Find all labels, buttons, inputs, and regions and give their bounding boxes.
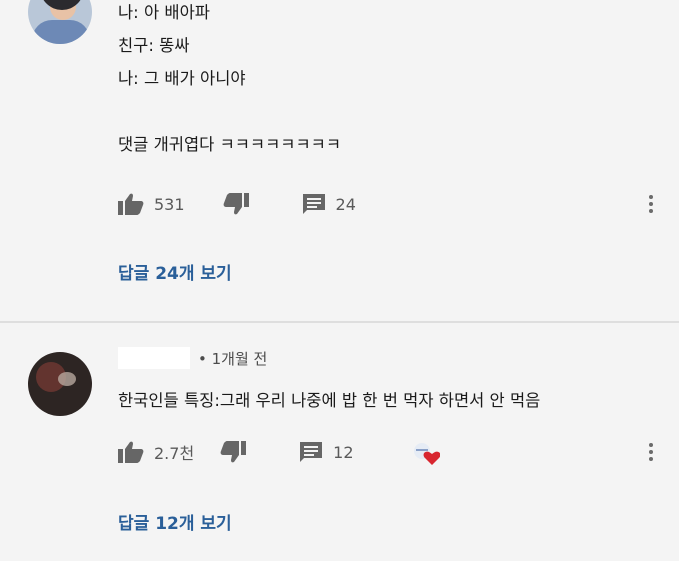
comment-icon: [302, 194, 325, 214]
more-options-icon[interactable]: [648, 443, 654, 461]
like-button[interactable]: 531: [118, 193, 185, 215]
comment-icon: [300, 442, 323, 462]
like-count: 2.7천: [154, 444, 195, 463]
comment-1: 나: 아 배아파친구: 똥싸나: 그 배가 아니야 댓글 개귀엽다 ㅋㅋㅋㅋㅋㅋ…: [0, 0, 679, 322]
comment-meta: • 1개월 전: [118, 346, 267, 370]
thumbs-up-icon: [118, 441, 144, 463]
more-options-icon[interactable]: [648, 195, 654, 213]
comment-line: 댓글 개귀엽다 ㅋㅋㅋㅋㅋㅋㅋㅋ: [118, 135, 342, 154]
comment-text: 한국인들 특징:그래 우리 나중에 밥 한 번 먹자 하면서 안 먹음: [118, 391, 541, 410]
reply-count: 12: [333, 442, 354, 462]
redacted-username: [118, 347, 190, 369]
commenter-avatar[interactable]: [28, 0, 92, 44]
comment-time: • 1개월 전: [198, 349, 268, 368]
comment-line: 나: 그 배가 아니야: [118, 69, 246, 88]
comment-actions: 531 24: [118, 190, 356, 218]
view-replies-link[interactable]: 답글 12개 보기: [118, 509, 232, 534]
reply-button[interactable]: 12: [299, 441, 354, 463]
thumbs-down-icon: [220, 441, 247, 463]
thumbs-down-icon: [223, 193, 249, 215]
comment-text: 나: 아 배아파친구: 똥싸나: 그 배가 아니야 댓글 개귀엽다 ㅋㅋㅋㅋㅋㅋ…: [118, 0, 341, 161]
dislike-button[interactable]: [220, 441, 247, 463]
divider: [0, 321, 679, 323]
comment-line: 친구: 똥싸: [118, 36, 190, 55]
comment-line: 나: 아 배아파: [118, 3, 210, 22]
comment-actions: 2.7천 12: [118, 438, 354, 466]
comment-line: [118, 95, 341, 128]
reply-count: 24: [335, 194, 356, 214]
commenter-avatar[interactable]: [28, 352, 92, 416]
like-button[interactable]: 2.7천: [118, 440, 194, 464]
comment-2: • 1개월 전 한국인들 특징:그래 우리 나중에 밥 한 번 먹자 하면서 안…: [0, 324, 679, 561]
thumbs-up-icon: [118, 193, 144, 215]
reply-button[interactable]: 24: [302, 193, 356, 215]
like-count: 531: [154, 194, 185, 214]
creator-heart-icon: [414, 443, 440, 465]
dislike-button[interactable]: [223, 193, 249, 215]
view-replies-link[interactable]: 답글 24개 보기: [118, 259, 232, 284]
